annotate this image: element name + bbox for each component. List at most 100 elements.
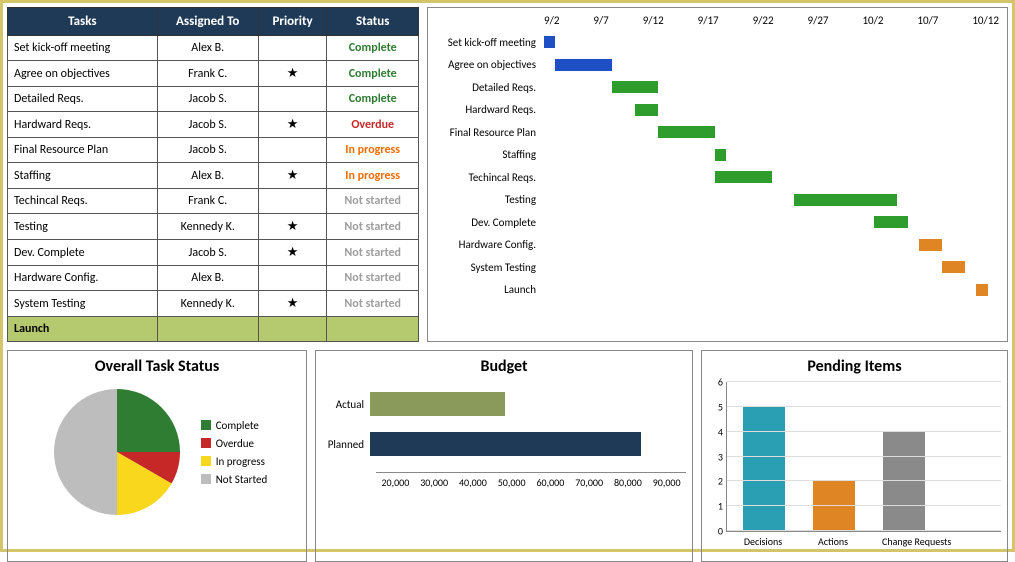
assignee-cell: Kennedy K.: [157, 291, 258, 317]
axis-tick: 30,000: [415, 476, 454, 489]
bottom-section: Overall Task Status CompleteOverdueIn pr…: [7, 350, 1008, 562]
priority-cell: ★: [258, 112, 327, 138]
status-cell: Not started: [327, 291, 419, 317]
task-name-cell: Detailed Reqs.: [8, 87, 158, 112]
budget-bar: [370, 432, 641, 456]
priority-cell: [258, 87, 327, 112]
gantt-task-label: Dev. Complete: [436, 216, 544, 229]
pie-legend: Complete Overdue In progress Not Started: [201, 414, 268, 491]
legend-label: Overdue: [216, 437, 254, 450]
task-name-cell: Hardware Config.: [8, 266, 158, 291]
gantt-task-label: System Testing: [436, 261, 544, 274]
task-name-cell: Agree on objectives: [8, 61, 158, 87]
pending-bar-label: Decisions: [742, 535, 784, 548]
assignee-cell: Jacob S.: [157, 87, 258, 112]
assignee-cell: Frank C.: [157, 61, 258, 87]
gantt-date-tick: 9/27: [808, 14, 829, 27]
status-cell: Complete: [327, 36, 419, 61]
launch-label: Launch: [8, 317, 158, 342]
assignee-cell: Jacob S.: [157, 138, 258, 163]
axis-tick: 60,000: [531, 476, 570, 489]
y-tick: 0: [718, 525, 723, 538]
gantt-bar: [635, 104, 658, 116]
assignee-cell: Alex B.: [157, 163, 258, 189]
gantt-row: Dev. Complete: [436, 211, 999, 234]
gantt-task-label: Techincal Reqs.: [436, 171, 544, 184]
status-cell: Not started: [327, 240, 419, 266]
axis-tick: 50,000: [492, 476, 531, 489]
gantt-bar: [555, 59, 612, 71]
priority-cell: ★: [258, 240, 327, 266]
gantt-date-tick: 9/17: [698, 14, 719, 27]
gantt-row: Agree on objectives: [436, 54, 999, 77]
task-name-cell: Final Resource Plan: [8, 138, 158, 163]
y-tick: 6: [718, 376, 723, 389]
status-cell: Not started: [327, 189, 419, 214]
gantt-task-label: Agree on objectives: [436, 58, 544, 71]
gantt-row: System Testing: [436, 256, 999, 279]
gantt-task-label: Staffing: [436, 148, 544, 161]
gantt-bar: [919, 239, 942, 251]
tasks-table: TasksAssigned ToPriorityStatus Set kick-…: [7, 7, 419, 342]
task-name-cell: System Testing: [8, 291, 158, 317]
status-cell: Not started: [327, 266, 419, 291]
pie-slice: [117, 389, 180, 452]
table-row: Set kick-off meeting Alex B. Complete: [8, 36, 419, 61]
gantt-row: Hardward Reqs.: [436, 99, 999, 122]
pending-chart: 0123456: [726, 382, 1001, 532]
budget-title: Budget: [322, 357, 686, 376]
table-row: Testing Kennedy K. ★ Not started: [8, 214, 419, 240]
gantt-date-tick: 9/12: [643, 14, 664, 27]
task-name-cell: Set kick-off meeting: [8, 36, 158, 61]
gantt-row: Detailed Reqs.: [436, 76, 999, 99]
y-tick: 1: [718, 500, 723, 513]
legend-label: Complete: [216, 419, 259, 432]
assignee-cell: Alex B.: [157, 266, 258, 291]
task-name-cell: Dev. Complete: [8, 240, 158, 266]
gantt-row: Techincal Reqs.: [436, 166, 999, 189]
gantt-task-label: Hardward Reqs.: [436, 103, 544, 116]
pending-bar-label: Actions: [812, 535, 854, 548]
gantt-date-tick: 10/2: [862, 14, 883, 27]
axis-tick: 70,000: [570, 476, 609, 489]
status-cell: Not started: [327, 214, 419, 240]
legend-label: Not Started: [216, 473, 268, 486]
gantt-task-label: Hardware Config.: [436, 238, 544, 251]
legend-item: In progress: [201, 455, 268, 468]
task-name-cell: Staffing: [8, 163, 158, 189]
budget-row: Planned: [322, 432, 686, 456]
column-header: Priority: [258, 8, 327, 36]
y-tick: 5: [718, 400, 723, 413]
legend-label: In progress: [216, 455, 265, 468]
gantt-task-label: Testing: [436, 193, 544, 206]
y-tick: 2: [718, 475, 723, 488]
gantt-task-label: Launch: [436, 283, 544, 296]
priority-cell: [258, 36, 327, 61]
gantt-date-tick: 10/7: [917, 14, 938, 27]
axis-tick: 80,000: [609, 476, 648, 489]
legend-swatch: [201, 438, 211, 448]
assignee-cell: Frank C.: [157, 189, 258, 214]
legend-swatch: [201, 420, 211, 430]
gantt-row: Set kick-off meeting: [436, 31, 999, 54]
table-row: Hardware Config. Alex B. Not started: [8, 266, 419, 291]
pending-panel: Pending Items 0123456 DecisionsActionsCh…: [701, 350, 1008, 562]
table-row: Detailed Reqs. Jacob S. Complete: [8, 87, 419, 112]
gantt-header: 9/29/79/129/179/229/2710/210/710/12: [436, 12, 999, 31]
legend-item: Overdue: [201, 437, 268, 450]
pie-slice: [54, 389, 117, 515]
axis-tick: 40,000: [454, 476, 493, 489]
budget-label: Actual: [322, 398, 370, 411]
column-header: Assigned To: [157, 8, 258, 36]
gantt-date-tick: 9/22: [753, 14, 774, 27]
task-name-cell: Techincal Reqs.: [8, 189, 158, 214]
gantt-bar: [612, 81, 658, 93]
priority-cell: ★: [258, 163, 327, 189]
gantt-task-label: Final Resource Plan: [436, 126, 544, 139]
assignee-cell: Alex B.: [157, 36, 258, 61]
gantt-row: Testing: [436, 189, 999, 212]
column-header: Tasks: [8, 8, 158, 36]
table-row: System Testing Kennedy K. ★ Not started: [8, 291, 419, 317]
column-header: Status: [327, 8, 419, 36]
legend-swatch: [201, 474, 211, 484]
